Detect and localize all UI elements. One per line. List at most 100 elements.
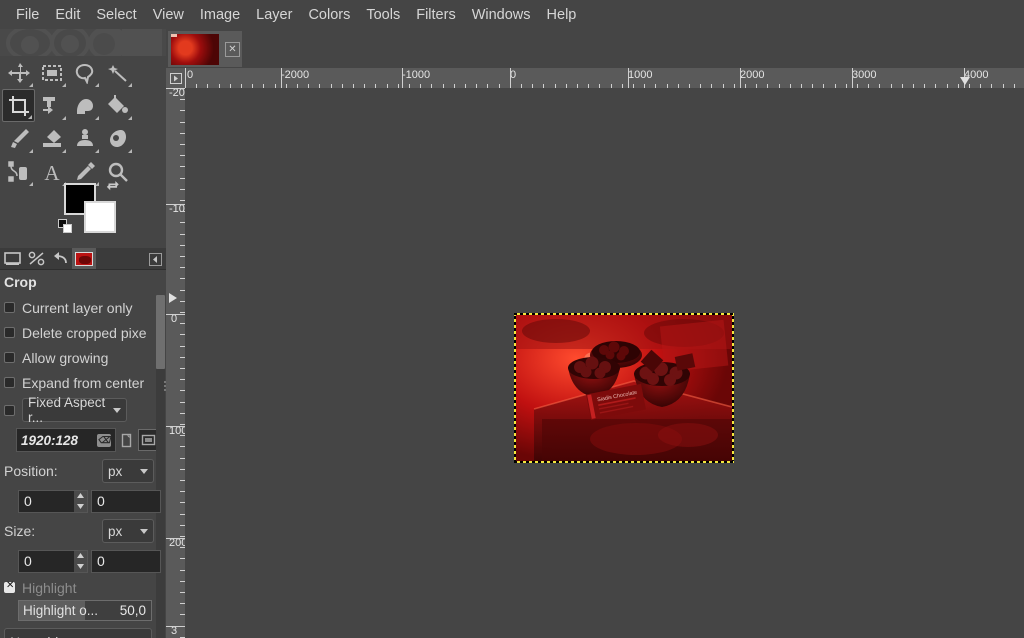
dock-menu-icon[interactable] [148, 252, 162, 266]
position-unit-dropdown[interactable]: px [102, 459, 154, 483]
menu-file[interactable]: File [8, 4, 47, 26]
tool-path[interactable] [2, 155, 35, 188]
tool-unified-transform[interactable] [35, 89, 68, 122]
swap-colors-icon[interactable] [106, 179, 122, 195]
menu-layer[interactable]: Layer [248, 4, 300, 26]
color-area [58, 179, 122, 237]
menu-windows[interactable]: Windows [464, 4, 539, 26]
image-canvas[interactable]: Siadis Chocolate [185, 88, 1024, 638]
image-thumbnail-icon [75, 251, 93, 266]
vertical-ruler[interactable]: -2000 -1000 0 1000 2000 3 [166, 88, 185, 638]
image-tab-strip: ✕ [166, 29, 1024, 68]
checkbox-box [4, 327, 15, 338]
size-width-stepper[interactable] [74, 550, 87, 572]
hruler-position-marker [960, 77, 970, 85]
hruler-label: -1000 [402, 69, 431, 81]
tool-smudge[interactable] [101, 122, 134, 155]
position-label: Position: [4, 463, 58, 479]
dock-tab-bar [0, 248, 166, 270]
position-x-value: 0 [24, 493, 32, 509]
dock-tab-images[interactable] [72, 248, 96, 269]
guides-dropdown[interactable]: No guides [4, 628, 152, 638]
scrollbar-thumb[interactable] [156, 295, 165, 369]
ruler-unit-button[interactable] [166, 68, 185, 88]
checkbox-highlight[interactable]: Highlight [0, 575, 166, 600]
chevron-down-icon [140, 468, 148, 474]
aspect-ratio-input[interactable]: 1920:128 ⌫ [16, 428, 116, 452]
guides-label: No guides [10, 634, 73, 638]
close-tab-icon[interactable]: ✕ [225, 41, 240, 57]
menu-help[interactable]: Help [539, 4, 585, 26]
checkbox-label: Highlight [22, 579, 77, 596]
tool-rectangle-select[interactable] [35, 56, 68, 89]
crop-selection-marching-ants[interactable] [514, 313, 734, 463]
aspect-ratio-row: 1920:128 ⌫ [0, 425, 166, 455]
checkbox-expand-from-center[interactable]: Expand from center [0, 370, 166, 395]
position-y-input[interactable]: 0 [91, 489, 161, 513]
tool-paintbrush[interactable] [2, 122, 35, 155]
chevron-down-icon [113, 407, 121, 413]
menu-select[interactable]: Select [88, 4, 144, 26]
dock-tab-undo-history[interactable] [48, 248, 72, 269]
vruler-position-marker [169, 293, 177, 303]
tool-options-title: Crop [4, 274, 37, 290]
tool-move[interactable] [2, 56, 35, 89]
toolbox: A [0, 56, 166, 186]
position-y-value: 0 [97, 493, 105, 509]
ruler-unit-icon [169, 72, 182, 84]
tool-warp-transform[interactable] [68, 89, 101, 122]
position-x-input[interactable]: 0 [18, 489, 88, 513]
tool-options-scrollbar[interactable] [156, 295, 165, 638]
menu-filters[interactable]: Filters [408, 4, 463, 26]
hruler-label: 0 [187, 69, 194, 81]
menu-edit[interactable]: Edit [47, 4, 88, 26]
checkbox-fixed[interactable] [4, 404, 15, 416]
vruler-label: 0 [170, 313, 178, 325]
background-color-swatch[interactable] [84, 201, 116, 233]
tool-free-select[interactable] [68, 56, 101, 89]
tool-crop[interactable] [2, 89, 35, 122]
checkbox-box [4, 580, 15, 593]
hruler-label: 2000 [740, 69, 765, 81]
menu-colors[interactable]: Colors [300, 4, 358, 26]
size-row: Size: px [0, 515, 166, 547]
checkbox-label: Current layer only [22, 299, 133, 316]
wilber-logo-icon [6, 29, 162, 56]
size-label: Size: [4, 523, 36, 539]
size-height-input[interactable]: 0 [91, 549, 161, 573]
hruler-label: 3000 [852, 69, 877, 81]
tool-fuzzy-select[interactable] [101, 56, 134, 89]
landscape-orientation-icon[interactable] [138, 429, 158, 451]
menu-view[interactable]: View [145, 4, 192, 26]
portrait-orientation-icon[interactable] [116, 429, 136, 451]
tool-eraser[interactable] [35, 122, 68, 155]
horizontal-ruler[interactable]: 0 -2000 -1000 0 1000 2000 3000 4000 [185, 68, 1024, 88]
dock-tab-tool-options[interactable] [0, 248, 24, 269]
menu-image[interactable]: Image [192, 4, 248, 26]
wilber-drop-area[interactable] [0, 29, 166, 56]
hruler-label: 1000 [628, 69, 653, 81]
reset-colors-icon[interactable] [58, 219, 74, 235]
image-tab[interactable]: ✕ [168, 31, 242, 67]
size-unit-dropdown[interactable]: px [102, 519, 154, 543]
position-x-stepper[interactable] [74, 490, 87, 512]
position-row: Position: px [0, 455, 166, 487]
highlight-opacity-row: Highlight o... 50,0 [0, 600, 166, 621]
guides-row: No guides [0, 621, 166, 638]
checkbox-allow-growing[interactable]: Allow growing [0, 345, 166, 370]
vruler-label: 1000 [169, 425, 185, 437]
size-height-value: 0 [97, 553, 105, 569]
checkbox-delete-cropped-pixels[interactable]: Delete cropped pixe [0, 320, 166, 345]
tool-clone-stamp[interactable] [68, 122, 101, 155]
size-unit-label: px [108, 523, 123, 539]
dock-tab-device-status[interactable] [24, 248, 48, 269]
checkbox-current-layer-only[interactable]: Current layer only [0, 295, 166, 320]
highlight-opacity-slider[interactable]: Highlight o... 50,0 [18, 600, 152, 621]
checkbox-box [4, 352, 15, 363]
menu-tools[interactable]: Tools [358, 4, 408, 26]
size-width-input[interactable]: 0 [18, 549, 88, 573]
undo-history-icon [53, 252, 67, 264]
tool-bucket-fill[interactable] [101, 89, 134, 122]
clear-entry-icon[interactable]: ⌫ [97, 433, 111, 447]
fixed-mode-dropdown[interactable]: Fixed Aspect r... [22, 395, 127, 425]
